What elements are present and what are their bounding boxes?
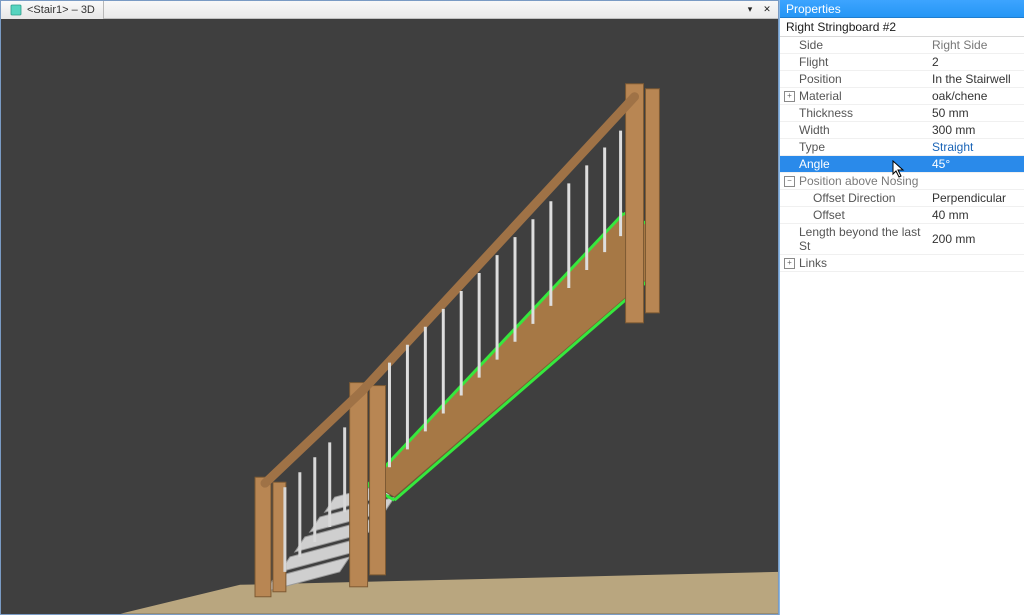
prop-value: 300 mm — [928, 122, 1024, 138]
prop-value: 200 mm — [928, 231, 1024, 247]
prop-label: Offset Direction — [780, 190, 928, 206]
prop-row-links[interactable]: + Links — [780, 255, 1024, 272]
document-tab[interactable]: <Stair1> – 3D — [1, 1, 104, 19]
prop-row-flight[interactable]: Flight 2 — [780, 54, 1024, 71]
minus-icon[interactable]: − — [784, 176, 795, 187]
prop-value: Straight — [928, 139, 1024, 155]
prop-label: Position above Nosing — [799, 174, 918, 188]
prop-row-width[interactable]: Width 300 mm — [780, 122, 1024, 139]
prop-row-angle[interactable]: Angle 45° — [780, 156, 1024, 173]
prop-label: Side — [780, 37, 928, 53]
prop-value: In the Stairwell — [928, 71, 1024, 87]
object-name[interactable]: Right Stringboard #2 — [780, 18, 1024, 37]
prop-value: oak/chene — [928, 88, 1024, 104]
prop-label: Type — [780, 139, 928, 155]
prop-row-pos-above-nosing[interactable]: − Position above Nosing — [780, 173, 1024, 190]
plus-icon[interactable]: + — [784, 258, 795, 269]
prop-row-type[interactable]: Type Straight — [780, 139, 1024, 156]
prop-label: Width — [780, 122, 928, 138]
prop-value: 40 mm — [928, 207, 1024, 223]
prop-row-position[interactable]: Position In the Stairwell — [780, 71, 1024, 88]
prop-label: Angle — [780, 156, 928, 172]
tab-close-icon[interactable]: ✕ — [760, 3, 774, 17]
tab-title: <Stair1> – 3D — [27, 4, 95, 16]
prop-row-offset[interactable]: Offset 40 mm — [780, 207, 1024, 224]
prop-value — [928, 262, 1024, 264]
prop-value: 45° — [928, 156, 1024, 172]
viewport-3d[interactable] — [1, 19, 778, 614]
prop-label: Length beyond the last St — [780, 224, 928, 254]
prop-label: Flight — [780, 54, 928, 70]
document-icon — [9, 3, 23, 17]
prop-row-offset-direction[interactable]: Offset Direction Perpendicular — [780, 190, 1024, 207]
tab-dropdown-icon[interactable]: ▾ — [743, 3, 757, 17]
selected-stringboard — [370, 213, 649, 497]
prop-row-material[interactable]: + Material oak/chene — [780, 88, 1024, 105]
prop-label: Offset — [780, 207, 928, 223]
prop-value: 2 — [928, 54, 1024, 70]
prop-label: Thickness — [780, 105, 928, 121]
prop-value: Right Side — [928, 37, 1024, 53]
tab-bar: <Stair1> – 3D ▾ ✕ — [1, 1, 778, 19]
plus-icon[interactable]: + — [784, 91, 795, 102]
prop-label: Material — [799, 89, 842, 103]
prop-value: Perpendicular — [928, 190, 1024, 206]
properties-panel: Properties Right Stringboard #2 Side Rig… — [779, 0, 1024, 615]
prop-label: Position — [780, 71, 928, 87]
prop-value — [928, 180, 1024, 182]
viewport-pane: <Stair1> – 3D ▾ ✕ — [0, 0, 779, 615]
prop-row-side[interactable]: Side Right Side — [780, 37, 1024, 54]
stair-3d-render — [1, 19, 778, 614]
prop-row-length-beyond[interactable]: Length beyond the last St 200 mm — [780, 224, 1024, 255]
prop-row-thickness[interactable]: Thickness 50 mm — [780, 105, 1024, 122]
tab-controls: ▾ ✕ — [743, 3, 778, 17]
property-grid: Side Right Side Flight 2 Position In the… — [780, 37, 1024, 615]
prop-value: 50 mm — [928, 105, 1024, 121]
properties-header: Properties — [780, 0, 1024, 18]
prop-label: Links — [799, 256, 827, 270]
